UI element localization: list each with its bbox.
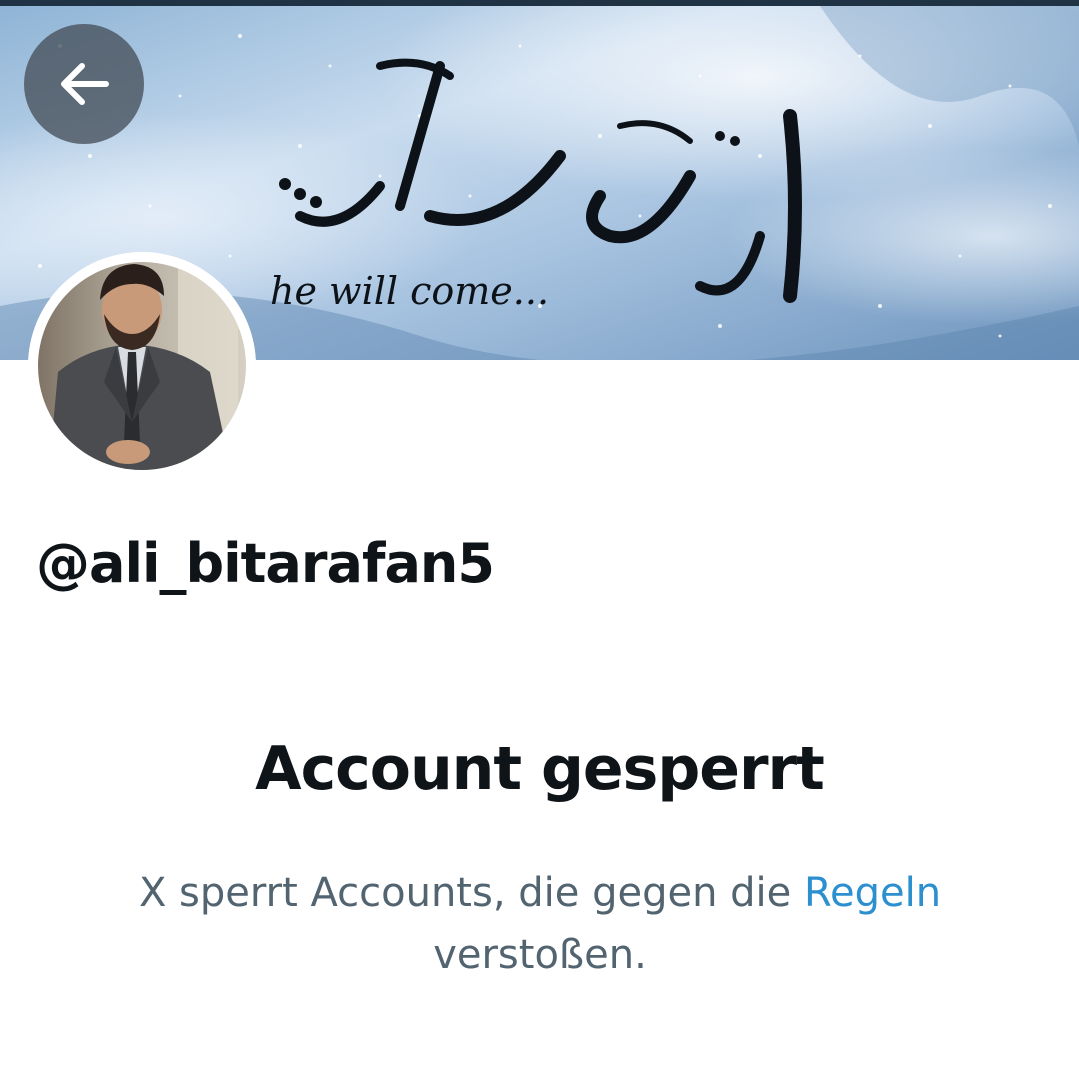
suspended-message: X sperrt Accounts, die gegen die Regeln v…	[110, 862, 970, 986]
avatar[interactable]	[28, 252, 256, 480]
back-button[interactable]	[24, 24, 144, 144]
profile-page: he will come... @ali_bitarafan5 Account …	[0, 0, 1079, 1083]
suspended-message-text-end: verstoßen.	[433, 932, 647, 978]
suspended-title: Account gesperrt	[255, 734, 825, 804]
rules-link[interactable]: Regeln	[804, 870, 941, 916]
arrow-left-icon	[61, 63, 109, 105]
profile-photo	[28, 252, 256, 480]
suspended-message-text: X sperrt Accounts, die gegen die	[138, 870, 804, 916]
banner-caption-latin: he will come...	[270, 269, 549, 313]
profile-handle: @ali_bitarafan5	[36, 532, 495, 595]
